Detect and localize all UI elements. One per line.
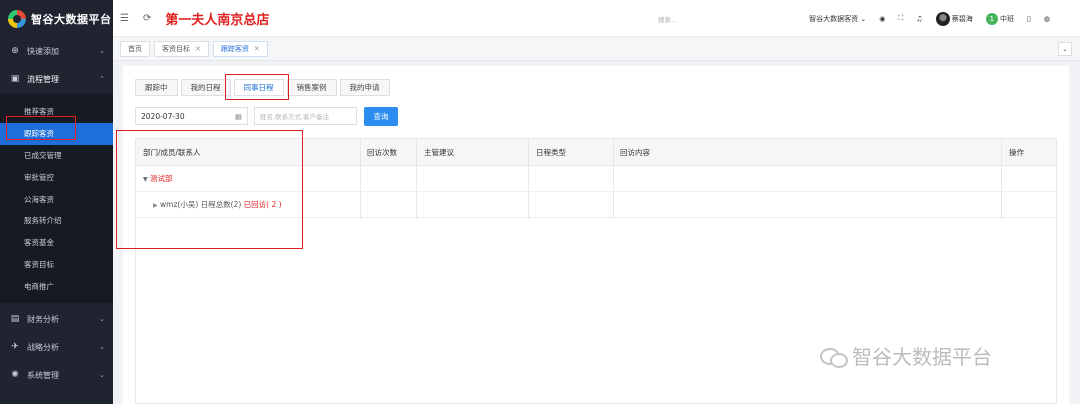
briefcase-icon: ▣ [10,74,20,84]
page-tab-label: 客资目标 [162,44,190,53]
dept-name: 测试部 [150,174,173,183]
chevron-down-icon: ⌄ [860,14,867,23]
plus-circle-icon: ⊕ [11,46,19,56]
settings-icon: ✺ [11,370,19,381]
nav-group-system[interactable]: ✺ 系统管理 ⌄ [0,361,113,389]
fullscreen-icon[interactable]: ⛶ [898,14,903,23]
menu-fold-icon[interactable]: ☰ [120,13,129,24]
sidebar-item-ecommerce[interactable]: 电商推广 [0,275,113,297]
sidebar-item-approval[interactable]: 审批管控 [0,166,113,188]
dept-cell[interactable]: ▼ 测试部 [143,166,173,193]
logo-icon [8,9,26,28]
date-value: 2020-07-30 [141,111,185,121]
top-header: ☰ ⟳ 第一夫人南京总店 搜索... 智谷大数据客资 ⌄ ◉ ⛶ ♫ 蔡碧海 1… [113,0,1080,37]
tab-my-schedule[interactable]: 我的日程 [180,79,231,96]
nav-group-label: 流程管理 [27,74,59,84]
column-header: 日程类型 [536,148,566,157]
logo[interactable]: 智谷大数据平台 [0,0,113,37]
org-select[interactable]: 智谷大数据客资 ⌄ [809,14,866,24]
sidebar-item-fund[interactable]: 客资基金 [0,232,113,254]
globe-icon[interactable]: ◍ [1044,15,1050,23]
watermark: 智谷大数据平台 [820,341,992,370]
nav-group-label: 快速添加 [27,46,59,56]
page-tab-label: 跟踪客资 [220,44,249,53]
shift-menu[interactable]: 1 中班 [985,12,1015,25]
keyword-input[interactable]: 姓名,联系方式,客户备注 [254,107,357,125]
table-row[interactable]: ▼ 测试部 [136,166,1056,192]
visited-count[interactable]: 已回访( 2 ) [244,200,282,209]
sidebar-item-target[interactable]: 客资目标 [0,254,113,276]
user-name: 蔡碧海 [951,14,973,23]
target-icon[interactable]: ◉ [879,15,885,23]
wechat-icon [820,346,848,368]
nav-group-strategy[interactable]: ✈ 战略分析 ⌄ [0,333,113,361]
tab-my-requests[interactable]: 我的申请 [339,79,390,96]
filter-bar: 2020-07-30 ▦ 姓名,联系方式,客户备注 查询 [135,107,398,126]
nav-group-label: 财务分析 [27,314,59,324]
sidebar-item-recommend[interactable]: 推荐客资 [0,101,113,123]
search-input[interactable]: 搜索... [658,14,677,24]
chevron-down-icon: ⌄ [99,47,105,55]
shift-avatar: 1 [985,12,998,25]
page-tab-home[interactable]: 首页 [120,40,150,57]
plane-icon: ✈ [11,342,19,353]
sidebar-item-referral[interactable]: 服务转介绍 [0,210,113,232]
person-cell[interactable]: ▶ wmz(小吴) 日程总数(2) 已回访( 2 ) [153,192,282,219]
sidebar-item-public[interactable]: 公海客资 [0,188,113,210]
logo-text: 智谷大数据平台 [31,12,112,26]
date-picker[interactable]: 2020-07-30 ▦ [135,107,248,125]
nav-group-label: 战略分析 [27,342,59,352]
table-header: 部门/成员/联系人 回访次数 主管建议 日程类型 回访内容 操作 [136,139,1056,166]
nav-group-process[interactable]: ▣ 流程管理 ⌃ [0,65,113,93]
refresh-icon[interactable]: ⟳ [143,13,151,24]
bell-icon[interactable]: ♫ [916,15,922,23]
nav-group-finance[interactable]: ▤ 财务分析 ⌄ [0,305,113,333]
chevron-down-icon: ⌄ [99,315,105,324]
tab-tracking[interactable]: 跟踪中 [135,79,178,96]
sidebar-item-closed[interactable]: 已成交管理 [0,145,113,167]
chart-icon: ▤ [10,314,20,325]
caret-right-icon[interactable]: ▶ [153,202,158,209]
sidebar-item-tracking[interactable]: 跟踪客资 [0,122,113,145]
chevron-up-icon: ⌃ [99,75,105,83]
avatar [935,11,950,26]
process-submenu: 推荐客资 跟踪客资 已成交管理 审批管控 公海客资 服务转介绍 客资基金 客资目… [0,93,113,304]
person-summary: wmz(小吴) 日程总数(2) [160,200,242,209]
tab-dropdown-button[interactable]: ⌄ [1058,42,1072,56]
nav-group-label: 系统管理 [27,370,59,380]
user-menu[interactable]: 蔡碧海 [935,11,973,26]
sub-tabs: 跟踪中 我的日程 同事日程 销售案例 我的申请 [135,79,393,96]
tab-colleague-schedule[interactable]: 同事日程 [233,79,284,96]
page-tab-tracking[interactable]: 跟踪客资 ✕ [212,40,268,57]
close-icon[interactable]: ✕ [195,45,201,53]
watermark-text: 智谷大数据平台 [852,345,992,369]
column-header: 回访内容 [620,148,650,157]
column-header: 主管建议 [424,148,454,157]
query-button[interactable]: 查询 [364,107,398,126]
caret-down-icon[interactable]: ▼ [143,176,148,183]
tab-sales-cases[interactable]: 销售案例 [286,79,337,96]
page-tab-target[interactable]: 客资目标 ✕ [154,40,209,57]
chevron-down-icon: ⌄ [99,371,105,380]
store-title: 第一夫人南京总店 [165,12,270,28]
close-icon[interactable]: ✕ [254,45,260,53]
chevron-down-icon: ⌄ [99,343,105,352]
sidebar: 智谷大数据平台 ⊕ 快速添加 ⌄ ▣ 流程管理 ⌃ 推荐客资 跟踪客资 已成交管… [0,0,113,404]
column-header: 操作 [1009,148,1024,157]
page-tab-bar: 首页 客资目标 ✕ 跟踪客资 ✕ ⌄ [113,37,1080,61]
org-select-label: 智谷大数据客资 [809,14,859,23]
calendar-icon: ▦ [234,111,242,121]
shift-label: 中班 [1000,14,1015,23]
nav-group-quick-add[interactable]: ⊕ 快速添加 ⌄ [0,37,113,65]
column-header: 回访次数 [367,148,397,157]
page-tab-label: 首页 [128,44,142,53]
mobile-icon[interactable]: ▯ [1027,15,1031,23]
column-header: 部门/成员/联系人 [143,148,201,157]
table-row[interactable]: ▶ wmz(小吴) 日程总数(2) 已回访( 2 ) [136,192,1056,218]
